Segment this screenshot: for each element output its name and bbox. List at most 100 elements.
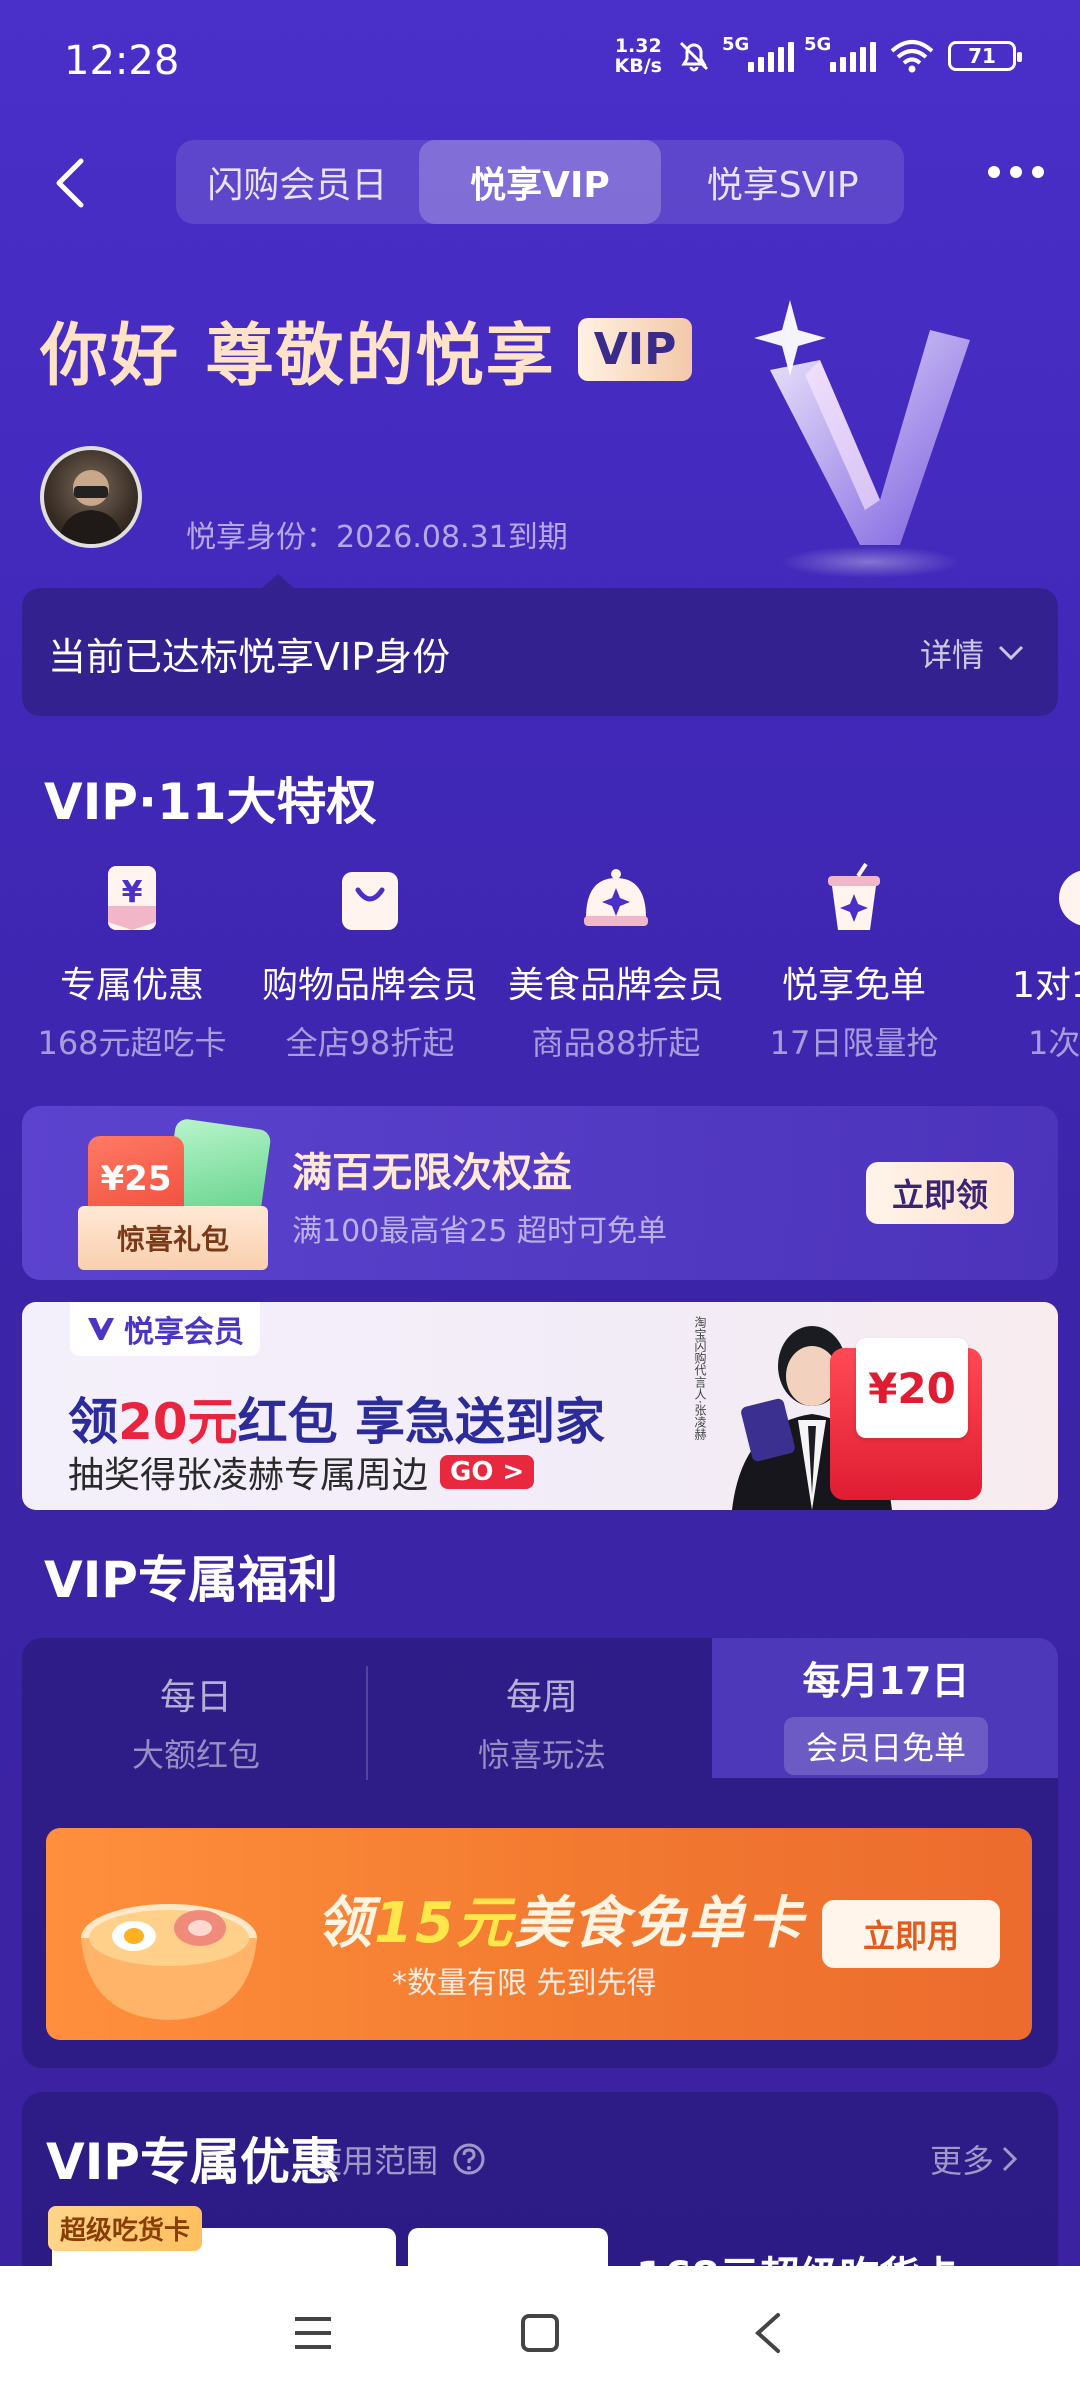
signal-2-label: 5G bbox=[804, 34, 832, 55]
privilege-sub: 1次 bbox=[1028, 1024, 1080, 1062]
menu-button[interactable] bbox=[273, 2293, 353, 2373]
tab-daily-sub: 大额红包 bbox=[131, 1736, 260, 1774]
system-back-button[interactable] bbox=[727, 2293, 807, 2373]
tab-vip[interactable]: 悦享VIP bbox=[418, 140, 662, 224]
details-toggle[interactable]: 详情 bbox=[920, 630, 1024, 676]
more-dot-icon bbox=[1010, 166, 1022, 178]
status-bar: 12:28 1.32 KB/s 5G 5G 71 bbox=[0, 0, 1080, 120]
go-button[interactable]: GO > bbox=[440, 1455, 535, 1489]
home-button[interactable] bbox=[500, 2293, 580, 2373]
more-dot-icon bbox=[1032, 166, 1044, 178]
super-foodie-tag: 超级吃货卡 bbox=[48, 2206, 203, 2251]
usage-scope[interactable]: 使用范围 bbox=[310, 2136, 486, 2182]
food-card-title: 领15元美食免单卡 bbox=[316, 1878, 804, 1959]
dish-cover-icon bbox=[584, 869, 648, 926]
more-dot-icon bbox=[988, 166, 1000, 178]
partial-icon bbox=[1059, 870, 1080, 926]
food-card-title-pre: 领 bbox=[316, 1891, 374, 1956]
banner-headline-pre: 领 bbox=[68, 1393, 118, 1451]
net-speed: 1.32 KB/s bbox=[615, 36, 662, 76]
drink-cup-icon bbox=[828, 862, 880, 930]
tab-monthly-sub: 会员日免单 bbox=[783, 1717, 988, 1775]
privilege-name: 悦享免单 bbox=[781, 965, 926, 1006]
welfare-panel: 每日 大额红包 每周 惊喜玩法 每月17日 会员日免单 领15元美食免单卡 *数… bbox=[22, 1638, 1058, 2068]
shopping-bag-icon bbox=[342, 872, 398, 930]
tab-daily[interactable]: 每日 大额红包 bbox=[26, 1668, 366, 1776]
chevron-left-icon bbox=[56, 158, 84, 208]
tab-weekly[interactable]: 每周 惊喜玩法 bbox=[372, 1668, 712, 1776]
signal-1-label: 5G bbox=[722, 34, 750, 55]
privilege-name: 1对1 bbox=[1012, 965, 1080, 1006]
details-label: 详情 bbox=[919, 636, 984, 674]
privilege-item[interactable]: 1对1 1次 bbox=[952, 862, 1080, 1062]
back-button[interactable] bbox=[40, 150, 100, 216]
privilege-item[interactable]: ¥ 专属优惠 168元超吃卡 bbox=[12, 862, 252, 1062]
more-link[interactable]: 更多 bbox=[930, 2136, 1018, 2182]
promo-subtitle: 满100最高省25 超时可免单 bbox=[292, 1214, 667, 1249]
tab-daily-label: 每日 bbox=[159, 1677, 232, 1718]
banner-headline-amount: 20元 bbox=[118, 1393, 238, 1451]
signal-1-icon: 5G bbox=[722, 34, 794, 72]
tab-flash-member-day[interactable]: 闪购会员日 bbox=[176, 140, 419, 224]
avatar[interactable] bbox=[40, 446, 142, 548]
privileges-list: ¥ 专属优惠 168元超吃卡 购物品牌会员 全店98折起 美食品牌会员 商品88… bbox=[0, 862, 1080, 1062]
brand-tag: 悦享会员 bbox=[70, 1302, 260, 1356]
campaign-banner[interactable]: 悦享会员 领20元红包 享急送到家 抽奖得张凌赫专属周边 GO > 淘宝闪购代言… bbox=[22, 1302, 1058, 1510]
privilege-sub: 17日限量抢 bbox=[769, 1024, 939, 1062]
promo-card[interactable]: ¥25 惊喜礼包 满百无限次权益 满100最高省25 超时可免单 立即领 bbox=[22, 1106, 1058, 1280]
net-speed-unit: KB/s bbox=[614, 55, 662, 77]
more-label: 更多 bbox=[929, 2142, 994, 2180]
privilege-item[interactable]: 美食品牌会员 商品88折起 bbox=[496, 862, 736, 1062]
promo-title: 满百无限次权益 bbox=[292, 1150, 572, 1196]
tab-monthly[interactable]: 每月17日 会员日免单 bbox=[716, 1638, 1056, 1775]
food-card-amount: 15元 bbox=[374, 1891, 514, 1956]
battery-level: 71 bbox=[968, 44, 996, 68]
status-icons: 1.32 KB/s 5G 5G 71 bbox=[615, 34, 1022, 76]
food-card-title-post: 美食免单卡 bbox=[513, 1891, 804, 1956]
yuan-tag-icon: ¥ bbox=[108, 866, 156, 930]
vip-badge: VIP bbox=[577, 318, 693, 381]
member-expiry: 悦享身份：2026.08.31到期 bbox=[186, 520, 568, 555]
gift-package-icon: ¥25 惊喜礼包 bbox=[58, 1117, 278, 1274]
vip-v-logo-icon bbox=[754, 300, 970, 578]
banner-subline-text: 抽奖得张凌赫专属周边 bbox=[68, 1455, 429, 1496]
discount-title: VIP专属优惠 bbox=[46, 2133, 340, 2191]
net-speed-value: 1.32 bbox=[614, 35, 662, 57]
tab-weekly-sub: 惊喜玩法 bbox=[477, 1736, 606, 1774]
svg-text:¥: ¥ bbox=[122, 875, 143, 910]
help-icon bbox=[453, 2143, 485, 2175]
menu-icon bbox=[295, 2317, 332, 2349]
chevron-right-icon bbox=[1002, 2146, 1018, 2172]
banner-subline: 抽奖得张凌赫专属周边 GO > bbox=[68, 1446, 535, 1498]
tab-weekly-label: 每周 bbox=[505, 1677, 578, 1718]
brand-name: 悦享会员 bbox=[124, 1315, 244, 1350]
red-envelope-icon: ¥20 bbox=[830, 1338, 982, 1500]
noodle-bowl-icon bbox=[81, 1904, 257, 2020]
use-now-button[interactable]: 立即用 bbox=[822, 1900, 1000, 1968]
privilege-sub: 168元超吃卡 bbox=[37, 1024, 227, 1062]
vip-status-text: 当前已达标悦享VIP身份 bbox=[48, 635, 451, 679]
status-card-notch bbox=[262, 574, 294, 588]
banner-headline: 领20元红包 享急送到家 bbox=[68, 1382, 605, 1454]
privilege-item[interactable]: 悦享免单 17日限量抢 bbox=[734, 862, 974, 1062]
privilege-name: 美食品牌会员 bbox=[507, 965, 724, 1006]
food-free-card[interactable]: 领15元美食免单卡 *数量有限 先到先得 立即用 bbox=[46, 1828, 1032, 2040]
envelope-amount: ¥20 bbox=[856, 1338, 968, 1438]
banner-headline-post: 红包 享急送到家 bbox=[237, 1393, 606, 1451]
privilege-sub: 商品88折起 bbox=[531, 1024, 701, 1062]
welfare-title: VIP专属福利 bbox=[44, 1551, 338, 1609]
privilege-item[interactable]: 购物品牌会员 全店98折起 bbox=[250, 862, 490, 1062]
greeting: 你好 尊敬的悦享 VIP bbox=[40, 300, 693, 399]
v-brand-icon bbox=[88, 1318, 114, 1340]
usage-scope-label: 使用范围 bbox=[310, 2142, 439, 2180]
membership-tabs: 闪购会员日 悦享VIP 悦享SVIP bbox=[176, 140, 904, 224]
claim-now-button[interactable]: 立即领 bbox=[866, 1162, 1014, 1224]
system-nav-bar bbox=[0, 2266, 1080, 2400]
greeting-text: 你好 尊敬的悦享 bbox=[40, 317, 556, 396]
tab-monthly-label: 每月17日 bbox=[802, 1659, 970, 1703]
food-card-subtitle: *数量有限 先到先得 bbox=[392, 1966, 657, 2001]
battery-icon: 71 bbox=[948, 41, 1022, 71]
tab-svip[interactable]: 悦享SVIP bbox=[661, 140, 904, 224]
privilege-name: 购物品牌会员 bbox=[261, 965, 478, 1006]
more-button[interactable] bbox=[988, 166, 1044, 178]
